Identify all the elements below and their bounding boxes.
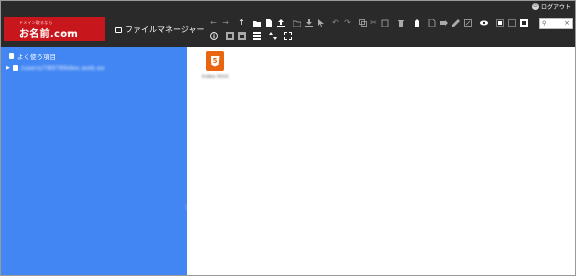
delete-icon[interactable] xyxy=(396,18,405,27)
undo-icon[interactable]: ↶ xyxy=(331,18,340,27)
extract-icon[interactable] xyxy=(237,31,246,40)
rename-icon[interactable] xyxy=(439,18,448,27)
view-list-icon[interactable] xyxy=(252,31,261,40)
select-cursor-icon[interactable] xyxy=(316,18,325,27)
sidebar-item-favorites[interactable]: よく使う項目 xyxy=(9,51,56,61)
file-item[interactable]: 5 index.html xyxy=(201,51,229,80)
select-none-icon[interactable] xyxy=(507,18,516,27)
toolbar: ← → ↑ ↶ ↷ ✂ xyxy=(207,17,537,45)
folder-open-icon[interactable] xyxy=(292,18,301,27)
download-icon[interactable] xyxy=(304,18,313,27)
select-all-icon[interactable] xyxy=(495,18,504,27)
cut-icon[interactable]: ✂ xyxy=(369,18,378,27)
expand-arrow-icon[interactable]: ▶ xyxy=(6,65,10,71)
home-folder-icon xyxy=(12,65,18,71)
redo-icon[interactable]: ↷ xyxy=(343,18,352,27)
invert-selection-icon[interactable] xyxy=(519,18,528,27)
logo-sub: by GMO xyxy=(62,31,76,35)
onamae-logo: ドメイン取るなら お名前.com by GMO xyxy=(4,17,105,41)
file-manager-title[interactable]: ファイルマネージャー xyxy=(115,24,204,35)
fullscreen-icon[interactable] xyxy=(283,31,292,40)
favorite-icon xyxy=(9,53,14,59)
forward-icon[interactable]: → xyxy=(221,18,230,27)
copy-icon[interactable] xyxy=(358,18,367,27)
file-list-pane: 5 index.html xyxy=(187,47,575,275)
paste-icon[interactable] xyxy=(380,18,389,27)
logout-label: ログアウト xyxy=(540,4,571,11)
sort-icon[interactable] xyxy=(268,31,277,40)
sidebar-item-home[interactable]: ▶ /users/789789dex.web.ex xyxy=(6,64,105,72)
search-icon: ⚲ xyxy=(542,19,547,27)
resize-icon[interactable] xyxy=(463,18,472,27)
info-icon[interactable] xyxy=(209,31,218,40)
empty-trash-icon[interactable] xyxy=(412,18,421,27)
archive-icon[interactable] xyxy=(225,31,234,40)
search-box[interactable]: ⚲ × xyxy=(539,18,573,29)
power-icon: ⏻ xyxy=(531,3,539,10)
edit-icon[interactable] xyxy=(451,18,460,27)
upload-icon[interactable] xyxy=(276,18,285,27)
clear-search-icon[interactable]: × xyxy=(564,20,570,27)
new-file-icon[interactable] xyxy=(264,18,273,27)
new-folder-icon[interactable] xyxy=(252,18,261,27)
html5-icon: 5 xyxy=(206,51,224,71)
sidebar-item-label: よく使う項目 xyxy=(17,53,56,61)
top-bar: ⏻ ログアウト ドメイン取るなら お名前.com by GMO ファイルマネージ… xyxy=(1,1,575,47)
sidebar-item-label: /users/789789dex.web.ex xyxy=(20,64,105,72)
duplicate-icon[interactable] xyxy=(427,18,436,27)
sidebar-tree: よく使う項目 ▶ /users/789789dex.web.ex ⋮ xyxy=(1,47,189,275)
file-manager-window: ⏻ ログアウト ドメイン取るなら お名前.com by GMO ファイルマネージ… xyxy=(0,0,576,276)
back-icon[interactable]: ← xyxy=(209,18,218,27)
up-icon[interactable]: ↑ xyxy=(237,18,246,27)
html5-badge: 5 xyxy=(210,55,220,67)
preview-eye-icon[interactable] xyxy=(479,18,488,27)
logout-button[interactable]: ⏻ ログアウト xyxy=(531,2,571,11)
file-manager-title-label: ファイルマネージャー xyxy=(125,25,205,34)
search-input[interactable] xyxy=(550,20,563,27)
file-name: index.html xyxy=(201,74,229,80)
folder-icon xyxy=(115,26,122,33)
